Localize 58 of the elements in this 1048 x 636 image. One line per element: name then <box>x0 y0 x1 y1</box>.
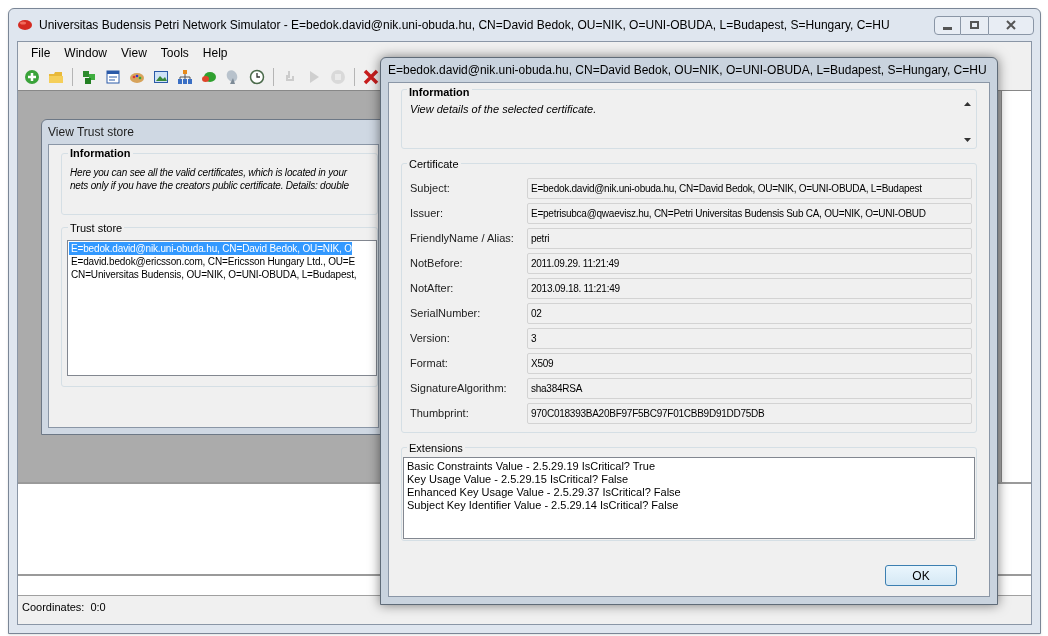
field-label: FriendlyName / Alias: <box>410 231 515 247</box>
form-icon[interactable] <box>105 69 121 85</box>
field-label: Subject: <box>410 181 451 197</box>
status-value: 0:0 <box>90 599 106 615</box>
extension-item[interactable]: Enhanced Key Usage Value - 2.5.29.37 IsCritical? False <box>407 486 974 499</box>
read-only-field[interactable]: 3 <box>527 328 972 349</box>
close-icon <box>1006 20 1016 30</box>
image-icon[interactable] <box>153 69 169 85</box>
blob-icon[interactable] <box>201 69 217 85</box>
information-text: Here you can see all the valid certificates, which is located in your <box>70 166 349 179</box>
field-label: SerialNumber: <box>410 306 482 322</box>
close-button[interactable] <box>988 15 1034 35</box>
restore-icon <box>970 21 979 29</box>
window-title: View Trust store <box>48 124 134 141</box>
menu-item[interactable]: Window <box>57 44 115 62</box>
restore-button[interactable] <box>961 15 988 35</box>
clock-icon[interactable] <box>249 69 265 85</box>
minimize-icon <box>943 26 952 30</box>
field-label: Issuer: <box>410 206 444 222</box>
add-icon[interactable] <box>24 69 40 85</box>
minimize-button[interactable] <box>934 15 961 35</box>
read-only-field[interactable]: sha384RSA <box>527 378 972 399</box>
read-only-field[interactable]: petri <box>527 228 972 249</box>
read-only-field[interactable]: X509 <box>527 353 972 374</box>
window-title: E=bedok.david@nik.uni-obuda.hu, CN=David Bedok, OU=NIK, O=UNI-OBUDA, L=Budapest, S=Hungary, C=HU <box>388 62 987 79</box>
read-only-field[interactable]: 2013.09.18. 11:21:49 <box>527 278 972 299</box>
field-label: Version: <box>410 331 451 347</box>
delete-icon[interactable] <box>363 69 379 85</box>
menu-item[interactable]: File <box>24 44 58 62</box>
read-only-field[interactable]: 970C018393BA20BF97F5BC97F01CBB9D91DD75DB <box>527 403 972 424</box>
list-item[interactable]: CN=Universitas Budensis, OU=NIK, O=UNI-OBUDA, L=Budapest, <box>69 268 357 281</box>
list-item[interactable]: E=david.bedok@ericsson.com, CN=Ericsson Hungary Ltd., OU=E <box>69 255 356 268</box>
extension-item[interactable]: Subject Key Identifier Value - 2.5.29.14 IsCritical? False <box>407 499 974 512</box>
menu-item[interactable]: Tools <box>153 44 196 62</box>
read-only-field[interactable]: E=petrisubca@qwaevisz.hu, CN=Petri Universitas Budensis Sub CA, OU=NIK, O=UNI-OBUD <box>527 203 972 224</box>
cubes-icon[interactable] <box>81 69 97 85</box>
read-only-field[interactable]: 02 <box>527 303 972 324</box>
window-title: Universitas Budensis Petri Network Simulator - E=bedok.david@nik.uni-obuda.hu, CN=David Bedok, OU=NIK, O=UNI-OBUDA, L=Budapest, S=Hungary, C=HU <box>39 17 891 34</box>
app-icon <box>17 19 33 31</box>
field-label: SignatureAlgorithm: <box>410 381 508 397</box>
information-text: nets only if you have the creators public certificate. Details: double <box>70 179 350 192</box>
read-only-field[interactable]: 2011.09.29. 11:21:49 <box>527 253 972 274</box>
scroll-up-icon[interactable] <box>963 102 971 106</box>
field-label: Thumbprint: <box>410 406 470 422</box>
extension-item[interactable]: Key Usage Value - 2.5.29.15 IsCritical? False <box>407 473 974 486</box>
scroll-down-icon[interactable] <box>963 138 971 142</box>
read-only-field[interactable]: E=bedok.david@nik.uni-obuda.hu, CN=David Bedok, OU=NIK, O=UNI-OBUDA, L=Budapest <box>527 178 972 199</box>
status-label: Coordinates: <box>22 599 85 615</box>
field-label: NotAfter: <box>410 281 455 297</box>
menu-item[interactable]: View <box>114 44 154 62</box>
field-label: Format: <box>410 356 449 372</box>
field-label: NotBefore: <box>410 256 464 272</box>
certificate-list[interactable]: E=bedok.david@nik.uni-obuda.hu, CN=David Bedok, OU=NIK, O E=david.bedok@ericsson.com, CN=Ericsson Hungary Ltd., OU=E CN=Universitas Budensis, OU=NIK, O=UNI-OBUDA, L=Budapest, <box>67 240 377 376</box>
menu-item[interactable]: Help <box>195 44 235 62</box>
extension-item[interactable]: Basic Constraints Value - 2.5.29.19 IsCritical? True <box>407 460 974 473</box>
hierarchy-icon[interactable] <box>177 69 193 85</box>
information-text: View details of the selected certificate. <box>410 102 598 117</box>
ok-button[interactable]: OK <box>885 565 957 586</box>
